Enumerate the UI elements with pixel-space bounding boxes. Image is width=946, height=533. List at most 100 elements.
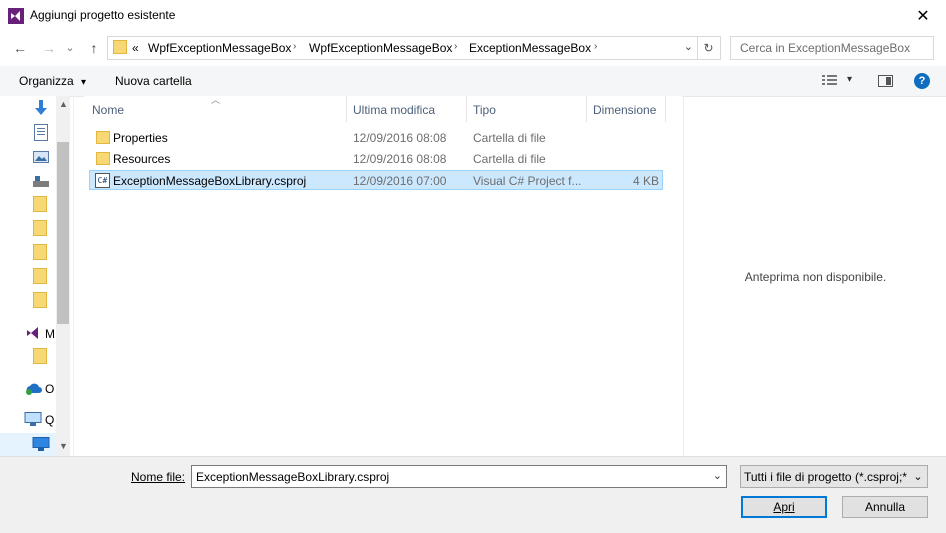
file-type-filter[interactable]: Tutti i file di progetto (*.csproj;* ⌄ [740,465,928,488]
sort-ascending-icon: ︿ [211,95,221,105]
file-type: Cartella di file [473,152,546,166]
file-name: Resources [113,152,171,166]
folder-icon[interactable] [33,196,47,212]
onedrive-icon[interactable] [24,381,42,395]
breadcrumb-overflow[interactable]: « [132,41,139,55]
help-button[interactable]: ? [914,73,930,89]
sidebar-item-selected[interactable] [0,433,56,456]
file-modified: 12/09/2016 08:08 [353,152,447,166]
close-button[interactable]: ✕ [900,0,946,31]
view-dropdown-icon[interactable]: ▾ [847,74,852,85]
folder-icon [96,131,110,144]
pictures-icon[interactable] [33,151,49,163]
scrollbar-thumb[interactable] [57,142,69,324]
column-separator[interactable] [586,96,587,122]
this-pc-icon[interactable] [24,412,42,427]
column-separator[interactable] [466,96,467,122]
address-dropdown-icon[interactable]: ⌄ [684,40,693,53]
file-row[interactable]: Resources 12/09/2016 08:08 Cartella di f… [89,149,663,169]
desktop-icon [32,437,50,451]
preview-pane: Anteprima non disponibile. [683,96,946,456]
up-button[interactable]: ↑ [83,37,105,59]
sidebar-item-label[interactable]: M [45,327,55,341]
sidebar-item-label[interactable]: Q [45,413,54,427]
column-header-name[interactable]: Nome [92,103,124,117]
caret-down-icon: ▾ [81,77,87,88]
back-button[interactable]: ← [9,37,31,59]
forward-arrow-icon: → [42,40,56,56]
filename-label: Nome file: [131,470,186,484]
folder-icon [96,152,110,165]
window-title: Aggiungi progetto esistente [30,8,176,22]
visual-studio-icon [8,8,24,24]
breadcrumb-item[interactable]: ExceptionMessageBox [469,41,591,55]
scroll-down-icon[interactable]: ▼ [59,441,68,451]
column-separator[interactable] [346,96,347,122]
column-header-type[interactable]: Tipo [473,103,496,117]
breadcrumb-separator-icon[interactable]: › [594,41,597,52]
drive-icon[interactable] [33,175,49,187]
cancel-button[interactable]: Annulla [842,496,928,518]
refresh-icon: ↻ [703,41,714,55]
recent-locations-button[interactable]: ⌄ [62,36,78,58]
filter-value: Tutti i file di progetto (*.csproj;* [744,470,907,484]
file-row[interactable]: Properties 12/09/2016 08:08 Cartella di … [89,128,663,148]
column-header-size[interactable]: Dimensione [593,103,656,117]
breadcrumb-item[interactable]: WpfExceptionMessageBox [309,41,452,55]
downloads-icon[interactable] [33,100,49,118]
folder-icon[interactable] [33,268,47,284]
pane-divider[interactable] [73,96,74,456]
file-name: Properties [113,131,168,145]
chevron-down-icon: ⌄ [65,41,75,54]
file-row-selected[interactable]: C# ExceptionMessageBoxLibrary.csproj 12/… [89,170,663,190]
search-input[interactable]: Cerca in ExceptionMessageBox [730,36,934,60]
filename-value: ExceptionMessageBoxLibrary.csproj [196,470,390,484]
forward-button[interactable]: → [38,37,60,59]
breadcrumb-item[interactable]: WpfExceptionMessageBox [148,41,291,55]
view-options-button[interactable] [822,74,838,87]
folder-icon[interactable] [33,220,47,236]
filename-field[interactable]: ExceptionMessageBoxLibrary.csproj ⌄ [191,465,727,488]
back-arrow-icon: ← [13,40,27,56]
column-header-modified[interactable]: Ultima modifica [353,103,435,117]
toolbar: Organizza ▾ Nuova cartella ▾ ? [0,66,946,97]
folder-icon[interactable] [33,292,47,308]
preview-pane-icon [886,77,891,85]
organize-button[interactable]: Organizza ▾ [19,74,86,88]
file-modified: 12/09/2016 08:08 [353,131,447,145]
preview-pane-button[interactable] [878,75,893,87]
help-icon: ? [918,75,926,87]
title-bar: Aggiungi progetto esistente ✕ [0,0,946,32]
folder-icon[interactable] [33,244,47,260]
sidebar-item-label[interactable]: O [45,382,54,396]
up-arrow-icon: ↑ [90,40,98,56]
chevron-down-icon[interactable]: ⌄ [713,469,722,482]
organize-label: Organizza [19,74,74,88]
column-separator[interactable] [665,96,666,122]
documents-icon[interactable] [34,124,48,141]
folder-icon[interactable] [33,348,47,364]
new-folder-button[interactable]: Nuova cartella [115,74,192,88]
scroll-up-icon[interactable]: ▲ [59,99,68,109]
address-bar[interactable]: « WpfExceptionMessageBox › WpfExceptionM… [107,36,698,60]
file-list: ︿ Nome Ultima modifica Tipo Dimensione P… [84,95,682,456]
file-name: ExceptionMessageBoxLibrary.csproj [113,174,307,188]
file-type: Cartella di file [473,131,546,145]
navigation-pane: M O Q [0,96,56,456]
open-button-label: Apri [773,500,795,514]
chevron-down-icon: ⌄ [909,466,927,487]
refresh-button[interactable]: ↻ [697,36,721,60]
close-icon: ✕ [916,7,930,25]
breadcrumb-separator-icon[interactable]: › [293,41,296,52]
cancel-button-label: Annulla [864,500,906,514]
file-modified: 12/09/2016 07:00 [353,174,447,188]
file-type: Visual C# Project f... [473,174,582,188]
breadcrumb-separator-icon[interactable]: › [454,41,457,52]
open-button[interactable]: Apri [741,496,827,518]
csharp-project-icon: C# [95,173,110,188]
preview-unavailable-text: Anteprima non disponibile. [744,270,887,284]
visual-studio-icon[interactable] [25,325,41,341]
folder-icon [113,40,127,54]
file-size: 4 KB [632,174,659,188]
search-placeholder: Cerca in ExceptionMessageBox [740,41,911,55]
